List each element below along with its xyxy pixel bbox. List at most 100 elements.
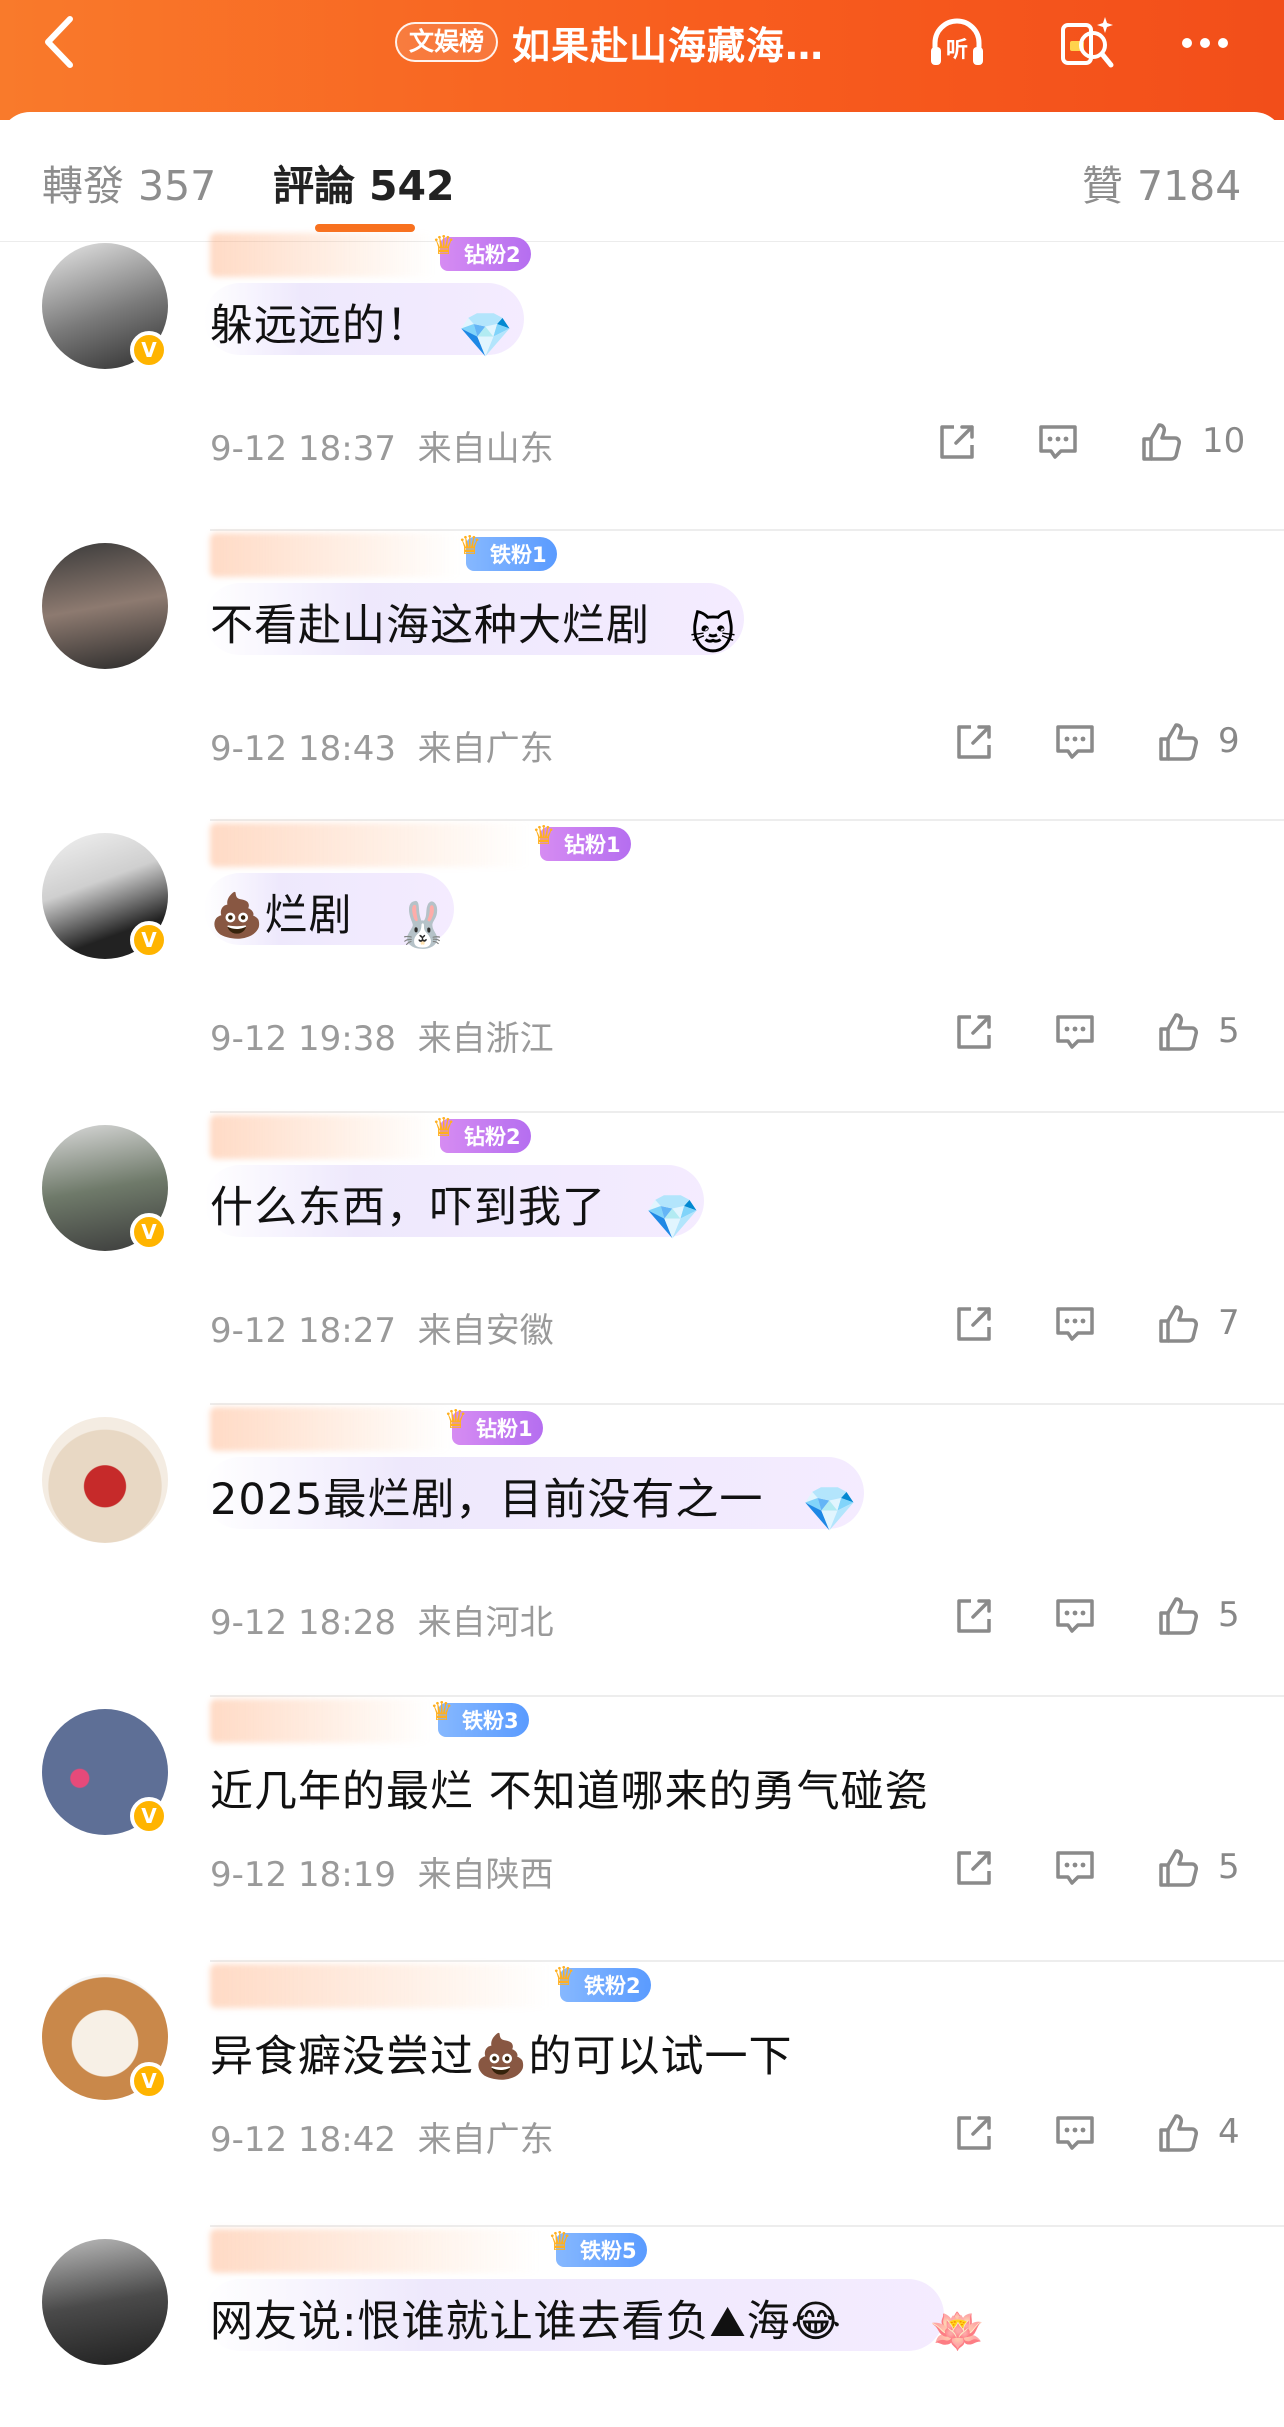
listen-button[interactable]: 听	[922, 10, 992, 76]
bubble-sticker-icon: 💎	[458, 310, 513, 361]
comment-item[interactable]: ♛ 铁粉5 网友说:恨谁就让谁去看负⛰海😂 🪷	[0, 2227, 1284, 2427]
header-bar: 文娱榜 如果赴山海藏海… 听	[0, 0, 1284, 120]
username-blurred[interactable]	[210, 1407, 450, 1451]
verified-badge-icon: V	[130, 1213, 168, 1251]
share-button[interactable]	[951, 1009, 997, 1055]
thumbs-up-icon	[1155, 1305, 1201, 1351]
reply-button[interactable]	[1052, 1845, 1098, 1891]
comment-location: 来自陕西	[417, 1855, 554, 1895]
crown-icon: ♛	[532, 821, 556, 851]
reply-button[interactable]	[1052, 2110, 1098, 2156]
user-avatar[interactable]	[42, 543, 168, 669]
comment-date: 9-12 18:37	[210, 429, 396, 469]
like-button[interactable]	[1155, 719, 1201, 765]
username-blurred[interactable]	[210, 533, 460, 577]
tab-likes-label: 贊	[1082, 162, 1123, 210]
tab-likes[interactable]: 贊 7184	[1082, 152, 1241, 212]
comment-location: 来自安徽	[417, 1311, 554, 1351]
comment-meta: 9-12 18:28 来自河北	[210, 1595, 554, 1644]
comment-item[interactable]: V ♛ 钻粉2 什么东西，吓到我了 💎 9-12 18:27 来自安徽 7	[0, 1113, 1284, 1405]
fan-level-badge: ♛ 钻粉2	[432, 231, 531, 271]
username-blurred[interactable]	[210, 1964, 550, 2008]
svg-text:听: 听	[946, 38, 968, 63]
tab-comments[interactable]: 評論 542	[273, 152, 455, 212]
user-avatar[interactable]	[42, 1417, 168, 1543]
thumbs-up-icon	[1155, 1013, 1201, 1059]
crown-icon: ♛	[552, 1962, 576, 1992]
ranking-tag: 文娱榜	[395, 22, 499, 62]
like-button[interactable]	[1155, 1009, 1201, 1055]
fan-level-label: 钻粉1	[564, 833, 621, 857]
comment-sheet: 轉發 357 評論 542 贊 7184 V ♛ 钻粉2 躲远远的！ 💎 9-12 18:37 …	[0, 112, 1284, 2379]
tab-repost[interactable]: 轉發 357	[42, 152, 216, 212]
more-button[interactable]	[1170, 10, 1240, 76]
username-blurred[interactable]	[210, 2229, 540, 2273]
title-area[interactable]: 文娱榜 如果赴山海藏海…	[395, 16, 824, 68]
username-blurred[interactable]	[210, 1115, 435, 1159]
share-button[interactable]	[951, 1301, 997, 1347]
red-packet-search-button[interactable]	[1052, 10, 1122, 76]
comment-location: 来自浙江	[417, 1019, 554, 1059]
tab-repost-count: 357	[138, 162, 217, 210]
comment-location: 来自河北	[417, 1603, 554, 1643]
more-icon	[1182, 38, 1228, 48]
share-button[interactable]	[951, 2110, 997, 2156]
comment-meta: 9-12 18:19 来自陕西	[210, 1847, 554, 1896]
fan-level-label: 铁粉1	[490, 543, 547, 567]
comment-text: 异食癖没尝过💩的可以试一下	[210, 2032, 793, 2082]
crown-icon: ♛	[432, 231, 456, 261]
reply-button[interactable]	[1052, 1593, 1098, 1639]
reply-icon	[1052, 2116, 1098, 2160]
reply-icon	[1052, 1307, 1098, 1351]
comment-date: 9-12 18:42	[210, 2120, 396, 2160]
fan-level-badge: ♛ 钻粉2	[432, 1113, 531, 1153]
verified-badge-icon: V	[130, 2062, 168, 2100]
fan-level-label: 钻粉2	[464, 243, 521, 267]
fan-level-badge: ♛ 铁粉5	[548, 2227, 647, 2267]
comment-item[interactable]: V ♛ 铁粉2 异食癖没尝过💩的可以试一下 9-12 18:42 来自广东 4	[0, 1962, 1284, 2227]
comment-item[interactable]: ♛ 铁粉1 不看赴山海这种大烂剧 🐱 9-12 18:43 来自广东 9	[0, 531, 1284, 821]
crown-icon: ♛	[548, 2227, 572, 2257]
like-button[interactable]	[1155, 1593, 1201, 1639]
verified-badge-icon: V	[130, 921, 168, 959]
share-button[interactable]	[934, 419, 980, 465]
username-blurred[interactable]	[210, 1699, 430, 1743]
fan-level-badge: ♛ 钻粉1	[444, 1405, 543, 1445]
share-button[interactable]	[951, 1845, 997, 1891]
like-count: 5	[1218, 1595, 1240, 1635]
headphones-icon: 听	[931, 18, 983, 65]
comment-item[interactable]: V ♛ 铁粉3 近几年的最烂 不知道哪来的勇气碰瓷 9-12 18:19 来自陕西 5	[0, 1697, 1284, 1962]
like-button[interactable]	[1155, 2110, 1201, 2156]
fan-level-badge: ♛ 铁粉1	[458, 531, 557, 571]
reply-button[interactable]	[1052, 1301, 1098, 1347]
comment-location: 来自广东	[417, 2120, 554, 2160]
back-button[interactable]	[30, 12, 90, 72]
like-button[interactable]	[1155, 1301, 1201, 1347]
bubble-sticker-icon: 💎	[645, 1192, 700, 1243]
reply-button[interactable]	[1052, 719, 1098, 765]
reply-button[interactable]	[1035, 419, 1081, 465]
crown-icon: ♛	[430, 1697, 454, 1727]
tab-bar: 轉發 357 評論 542 贊 7184	[0, 112, 1284, 242]
like-count: 9	[1218, 721, 1240, 761]
comment-item[interactable]: V ♛ 钻粉1 💩烂剧 🐰 9-12 19:38 来自浙江 5	[0, 821, 1284, 1113]
bubble-sticker-icon: 🐱	[690, 609, 736, 660]
comment-item[interactable]: V ♛ 钻粉2 躲远远的！ 💎 9-12 18:37 来自山东 10	[0, 231, 1284, 531]
like-button[interactable]	[1155, 1845, 1201, 1891]
username-blurred[interactable]	[210, 823, 530, 867]
like-button[interactable]	[1138, 419, 1184, 465]
comment-date: 9-12 19:38	[210, 1019, 396, 1059]
username-blurred[interactable]	[210, 233, 435, 277]
bubble-sticker-icon: 🐰	[395, 900, 450, 951]
user-avatar[interactable]	[42, 2239, 168, 2365]
share-button[interactable]	[951, 719, 997, 765]
chevron-left-icon	[45, 16, 73, 68]
reply-button[interactable]	[1052, 1009, 1098, 1055]
fan-level-label: 铁粉5	[580, 2239, 637, 2263]
comment-item[interactable]: ♛ 钻粉1 2025最烂剧，目前没有之一 💎 9-12 18:28 来自河北 5	[0, 1405, 1284, 1697]
comment-location: 来自山东	[417, 429, 554, 469]
fan-level-badge: ♛ 钻粉1	[532, 821, 631, 861]
share-button[interactable]	[951, 1593, 997, 1639]
comment-date: 9-12 18:27	[210, 1311, 396, 1351]
comment-text: 躲远远的！	[210, 301, 430, 351]
